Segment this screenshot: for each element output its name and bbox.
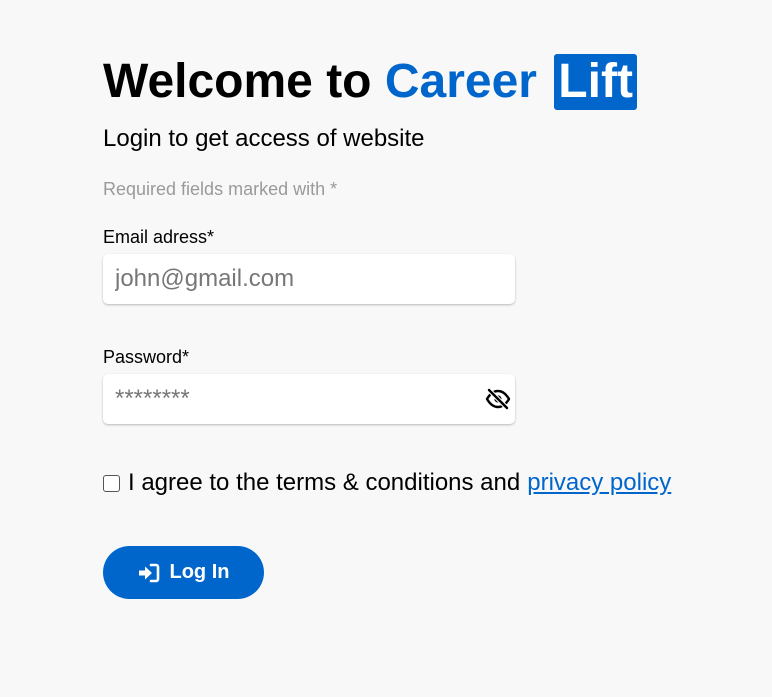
password-label: Password* <box>103 347 190 367</box>
eye-slash-icon[interactable] <box>485 387 511 411</box>
email-field[interactable] <box>103 254 515 304</box>
email-field-wrapper <box>103 254 515 304</box>
login-container: Welcome to Career Lift Login to get acce… <box>103 52 743 599</box>
login-button[interactable]: Log In <box>103 546 264 599</box>
password-field[interactable] <box>103 374 515 424</box>
sign-in-icon <box>138 563 160 583</box>
terms-agreement: I agree to the terms & conditions and pr… <box>103 468 743 498</box>
page-title: Welcome to Career Lift <box>103 52 743 112</box>
privacy-policy-link[interactable]: privacy policy <box>527 468 671 498</box>
terms-text: I agree to the terms & conditions and <box>128 469 521 496</box>
terms-checkbox[interactable] <box>103 474 120 492</box>
required-note: Required fields marked with * <box>103 179 338 199</box>
password-field-wrapper <box>103 374 515 424</box>
title-prefix: Welcome to <box>103 55 372 108</box>
brand-name: Career <box>384 55 537 108</box>
login-button-label: Log In <box>169 561 230 583</box>
brand-badge: Lift <box>554 54 637 110</box>
email-label: Email adress* <box>103 227 215 247</box>
page-subtitle: Login to get access of website <box>103 125 425 152</box>
